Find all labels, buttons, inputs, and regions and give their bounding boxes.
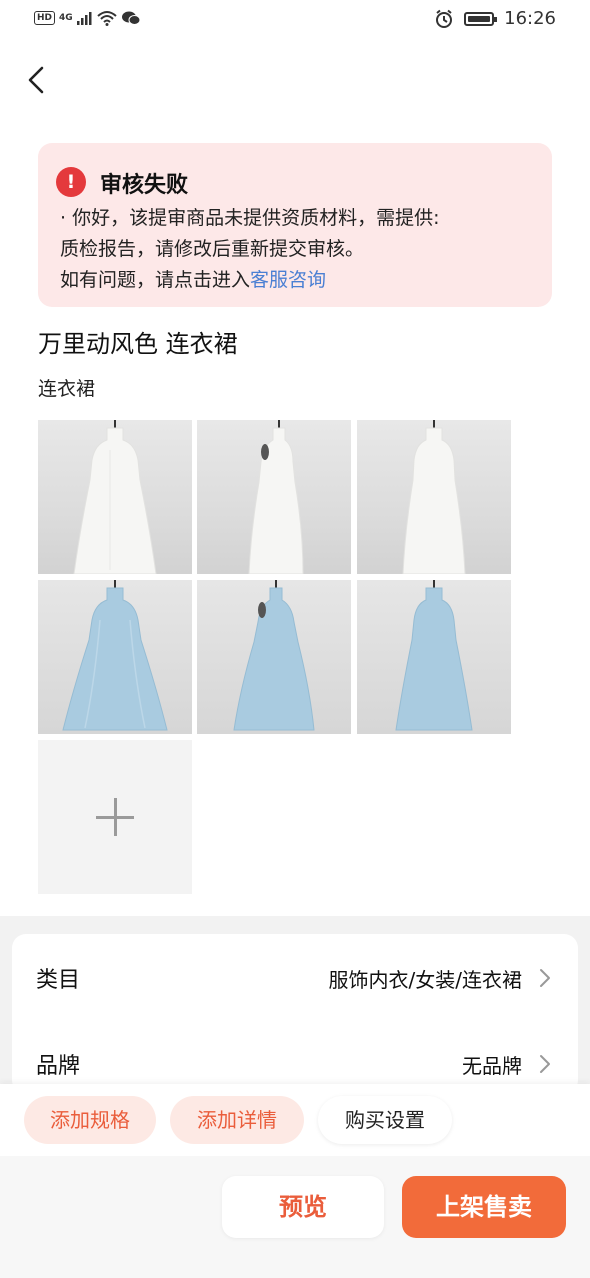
- alert-line-3-prefix: 如有问题，请点击进入: [60, 269, 251, 291]
- dress-image: [62, 580, 168, 731]
- network-label: 4G: [59, 13, 73, 23]
- status-bar: HD 4G 16:26: [0, 0, 590, 42]
- alert-line-1: · 你好，该提审商品未提供资质材料，需提供:: [60, 207, 440, 229]
- add-image-button[interactable]: [38, 740, 192, 894]
- error-icon: !: [56, 167, 86, 197]
- status-time: 16:26: [504, 8, 556, 29]
- alarm-icon: [436, 9, 453, 28]
- status-left: HD 4G: [34, 10, 141, 26]
- chevron-right-icon: [540, 1055, 550, 1073]
- brand-value: 无品牌: [462, 1054, 522, 1078]
- product-subtitle[interactable]: 连衣裙: [38, 374, 95, 401]
- chevron-left-icon: [28, 66, 44, 94]
- review-failed-alert: ! 审核失败 · 你好，该提审商品未提供资质材料，需提供: 质检报告，请修改后重…: [38, 143, 552, 307]
- alert-body: · 你好，该提审商品未提供资质材料，需提供: 质检报告，请修改后重新提交审核。 …: [60, 203, 439, 296]
- brand-label: 品牌: [36, 1054, 81, 1079]
- hd-badge: HD: [34, 11, 56, 25]
- battery-icon: [464, 11, 498, 26]
- publish-button[interactable]: 上架售卖: [402, 1176, 566, 1238]
- customer-service-link[interactable]: 客服咨询: [250, 269, 326, 291]
- product-image-white-side[interactable]: [197, 420, 351, 574]
- category-row[interactable]: 类目 服饰内衣/女装/连衣裙: [36, 948, 556, 1008]
- back-button[interactable]: [20, 60, 60, 100]
- add-spec-button[interactable]: 添加规格: [24, 1096, 156, 1144]
- chevron-right-icon: [540, 969, 550, 987]
- signal-icon: [76, 12, 92, 25]
- dress-image: [233, 580, 315, 731]
- product-image-blue-side[interactable]: [197, 580, 351, 734]
- dress-image: [395, 580, 473, 731]
- wifi-icon: [97, 11, 117, 26]
- alert-line-3: 如有问题，请点击进入客服咨询: [60, 265, 439, 296]
- product-info-card: 类目 服饰内衣/女装/连衣裙 品牌 无品牌: [12, 934, 578, 1094]
- product-image-blue-back[interactable]: [357, 580, 511, 734]
- product-image-blue-front[interactable]: [38, 580, 192, 734]
- status-right: 16:26: [434, 8, 556, 29]
- product-image-white-back[interactable]: [357, 420, 511, 574]
- dress-image: [402, 420, 466, 574]
- dress-image: [73, 420, 157, 574]
- quick-actions-bar: 添加规格 添加详情 购买设置: [0, 1084, 590, 1156]
- preview-button[interactable]: 预览: [222, 1176, 384, 1238]
- product-image-white-front[interactable]: [38, 420, 192, 574]
- dress-image: [248, 420, 304, 574]
- category-value: 服饰内衣/女装/连衣裙: [328, 968, 522, 992]
- category-label: 类目: [36, 968, 81, 993]
- wechat-icon: [121, 11, 141, 25]
- purchase-settings-button[interactable]: 购买设置: [318, 1096, 452, 1144]
- alert-title: 审核失败: [100, 173, 189, 198]
- add-detail-button[interactable]: 添加详情: [170, 1096, 304, 1144]
- product-title[interactable]: 万里动风色 连衣裙: [38, 324, 238, 359]
- bottom-action-bar: 预览 上架售卖: [0, 1156, 590, 1278]
- alert-line-2: 质检报告，请修改后重新提交审核。: [60, 238, 365, 260]
